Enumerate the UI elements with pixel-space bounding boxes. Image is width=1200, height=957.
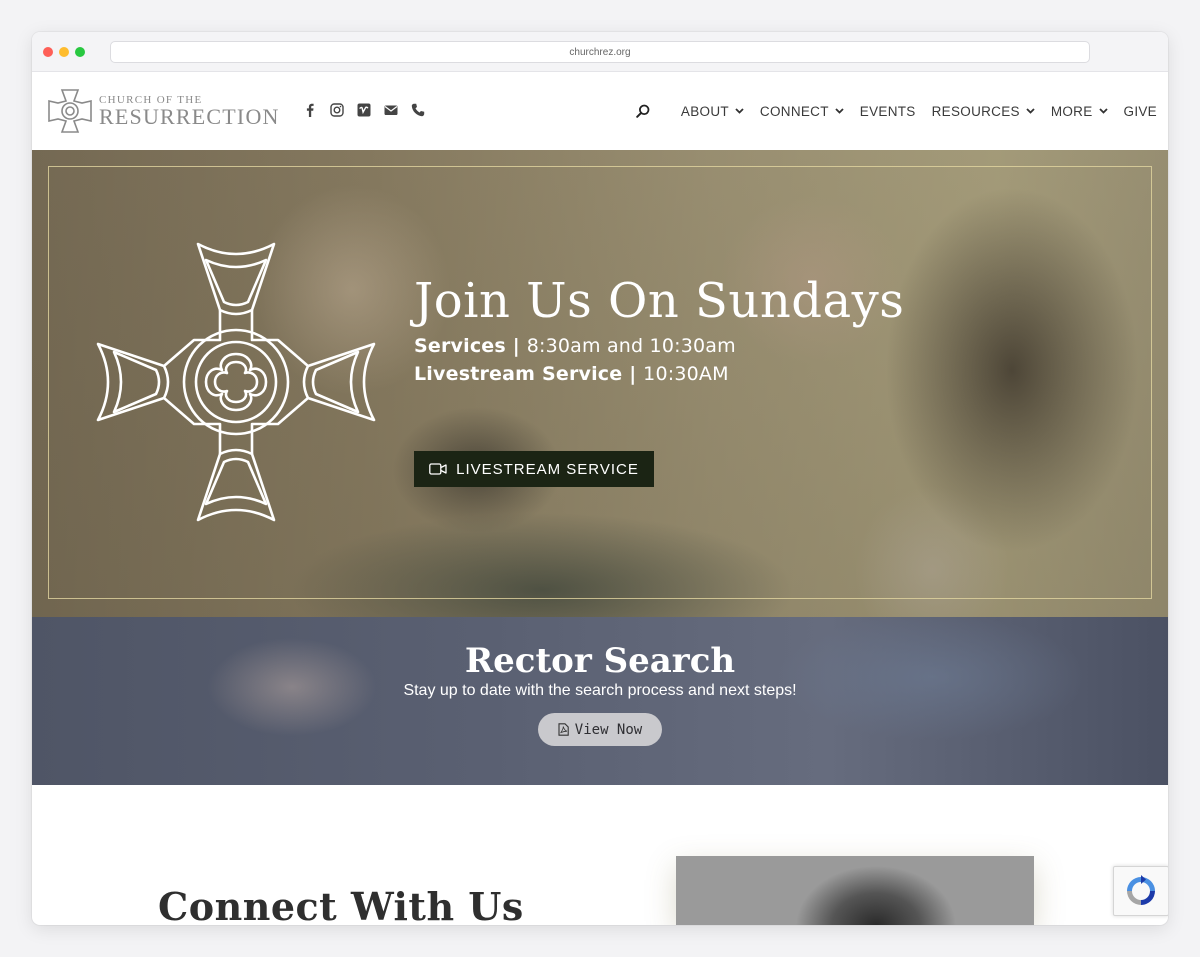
site-header: CHURCH OF THE RESURRECTION ABOUT CONNECT… (32, 72, 1168, 150)
vimeo-icon[interactable] (356, 101, 372, 119)
livestream-separator: | (622, 363, 644, 385)
nav-events-label: EVENTS (859, 103, 916, 119)
recaptcha-icon (1127, 875, 1155, 905)
logo-line2: RESURRECTION (99, 104, 280, 129)
livestream-label: Livestream Service (414, 363, 623, 385)
email-icon[interactable] (383, 101, 399, 119)
connect-heading: Connect With Us (158, 884, 524, 925)
nav-about[interactable]: ABOUT (681, 100, 744, 122)
hero-text: Join Us On Sundays Services | 8:30am and… (414, 270, 904, 388)
livestream-time: 10:30AM (643, 363, 729, 385)
cross-emblem-icon (96, 242, 376, 522)
chevron-down-icon (735, 108, 744, 114)
connect-photo (676, 856, 1034, 925)
minimize-window-button[interactable] (59, 47, 69, 57)
browser-window: churchrez.org CHURCH OF THE RESURRECTION (32, 32, 1168, 925)
pdf-file-icon (558, 723, 569, 736)
chevron-down-icon (1098, 108, 1108, 114)
close-window-button[interactable] (43, 47, 53, 57)
livestream-service-button[interactable]: LIVESTREAM SERVICE (414, 451, 654, 487)
livestream-line: Livestream Service | 10:30AM (414, 360, 904, 388)
nav-resources-label: RESOURCES (931, 103, 1020, 119)
services-times: 8:30am and 10:30am (526, 335, 736, 357)
nav-about-label: ABOUT (680, 103, 729, 119)
facebook-icon[interactable] (302, 101, 318, 119)
address-bar[interactable]: churchrez.org (110, 41, 1090, 63)
view-now-button[interactable]: View Now (538, 713, 662, 746)
rector-search-banner: Rector Search Stay up to date with the s… (32, 617, 1168, 785)
services-line: Services | 8:30am and 10:30am (414, 332, 904, 360)
chevron-down-icon (835, 108, 844, 114)
nav-connect[interactable]: CONNECT (760, 100, 844, 122)
phone-icon[interactable] (410, 101, 426, 119)
maximize-window-button[interactable] (75, 47, 85, 57)
nav-events[interactable]: EVENTS (860, 100, 916, 122)
nav-more-label: MORE (1050, 103, 1093, 119)
view-now-label: View Now (574, 721, 643, 738)
video-camera-icon (429, 463, 447, 475)
hero-banner: Join Us On Sundays Services | 8:30am and… (32, 150, 1168, 617)
browser-chrome: churchrez.org (32, 32, 1168, 72)
rector-title: Rector Search (464, 641, 736, 681)
site-logo[interactable]: CHURCH OF THE RESURRECTION (46, 87, 280, 135)
nav-connect-label: CONNECT (759, 103, 829, 119)
cross-logo-icon (48, 89, 92, 133)
hero-title: Join Us On Sundays (414, 273, 905, 329)
services-separator: | (505, 335, 527, 357)
nav-resources[interactable]: RESOURCES (932, 100, 1035, 122)
social-links (302, 101, 426, 119)
recaptcha-badge[interactable] (1113, 866, 1168, 916)
rector-subtitle: Stay up to date with the search process … (403, 682, 797, 699)
livestream-button-label: LIVESTREAM SERVICE (456, 460, 639, 478)
chevron-down-icon (1026, 108, 1035, 114)
nav-give[interactable]: GIVE (1124, 100, 1157, 122)
services-label: Services (414, 335, 506, 357)
main-nav: ABOUT CONNECT EVENTS RESOURCES MORE GIVE (635, 100, 1157, 122)
search-icon[interactable] (635, 101, 651, 121)
nav-give-label: GIVE (1123, 103, 1157, 119)
instagram-icon[interactable] (329, 101, 345, 119)
nav-more[interactable]: MORE (1051, 100, 1108, 122)
